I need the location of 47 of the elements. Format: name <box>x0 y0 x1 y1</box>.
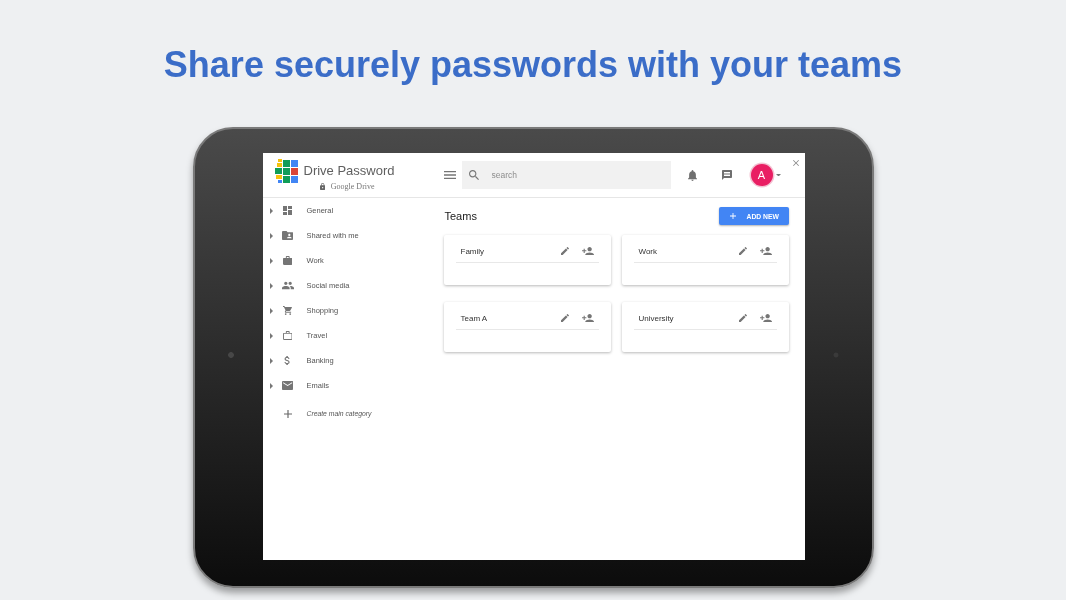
team-card[interactable]: Team A <box>443 302 611 352</box>
team-name: University <box>638 313 675 323</box>
team-name: Family <box>460 246 486 256</box>
cart-icon <box>283 306 292 315</box>
add-person-icon[interactable] <box>581 313 594 323</box>
caret-icon[interactable] <box>269 332 273 339</box>
briefcase-icon <box>282 256 293 265</box>
caret-icon[interactable] <box>269 232 273 239</box>
team-card[interactable]: Family <box>443 235 611 285</box>
caret-icon[interactable] <box>269 357 273 364</box>
pencil-icon[interactable] <box>738 247 747 255</box>
caret-icon[interactable] <box>269 382 273 389</box>
team-card[interactable]: University <box>621 302 789 352</box>
caret-icon[interactable] <box>269 257 273 264</box>
team-name: Team A <box>460 313 489 323</box>
dashboard-icon <box>283 206 292 215</box>
headline: Share securely passwords with your teams <box>163 43 903 87</box>
page-title: Teams <box>444 210 477 222</box>
app-title: Drive Password <box>303 163 395 179</box>
app-logo-icon <box>274 159 298 183</box>
search-icon <box>468 170 479 180</box>
caret-icon[interactable] <box>775 173 781 177</box>
caret-icon[interactable] <box>269 307 273 314</box>
chat-icon[interactable] <box>721 170 732 180</box>
close-icon[interactable] <box>792 160 799 166</box>
pencil-icon[interactable] <box>738 314 747 322</box>
add-person-icon[interactable] <box>759 246 772 256</box>
bell-icon[interactable] <box>687 169 697 181</box>
pencil-icon[interactable] <box>560 247 569 255</box>
plus-icon <box>283 409 292 418</box>
pencil-icon[interactable] <box>560 314 569 322</box>
team-card[interactable]: Work <box>621 235 789 285</box>
shared-folder-icon <box>281 231 294 240</box>
app-subtitle: Google Drive <box>330 182 375 191</box>
envelope-icon <box>281 381 294 390</box>
caret-icon[interactable] <box>269 282 273 289</box>
add-person-icon[interactable] <box>759 313 772 323</box>
dollar-icon <box>284 356 291 365</box>
search-field[interactable]: search <box>461 161 671 189</box>
account-avatar[interactable]: A <box>750 164 773 186</box>
team-name: Work <box>638 246 659 256</box>
lock-icon <box>319 183 325 190</box>
suitcase-icon <box>282 331 293 340</box>
add-person-icon[interactable] <box>581 246 594 256</box>
caret-icon[interactable] <box>269 207 273 214</box>
people-icon <box>281 281 294 290</box>
menu-icon[interactable] <box>443 171 456 179</box>
